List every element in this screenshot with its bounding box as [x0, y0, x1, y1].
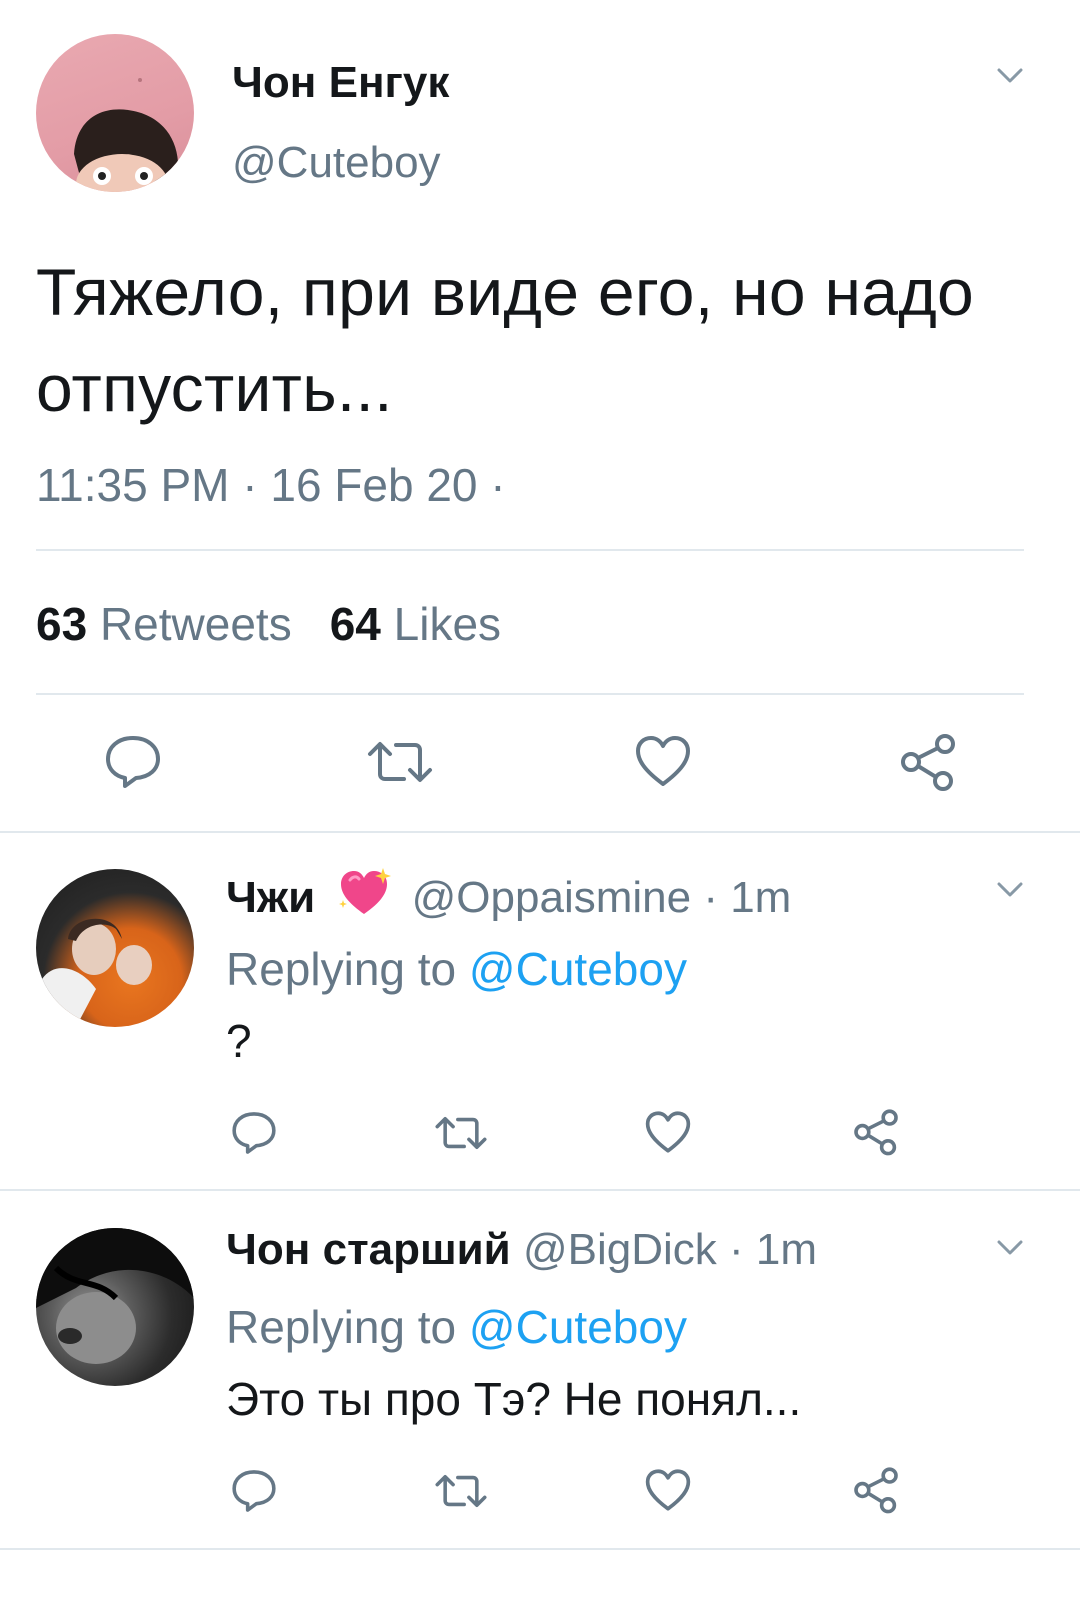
- reply-header: Чон старший @BigDick · 1m: [226, 1225, 817, 1275]
- share-icon[interactable]: [852, 1466, 900, 1514]
- heart-icon[interactable]: [634, 734, 692, 788]
- reply-author-name[interactable]: Чон старший: [226, 1225, 511, 1274]
- reply-icon[interactable]: [231, 1110, 277, 1156]
- retweet-icon[interactable]: [366, 738, 434, 786]
- tweet-text: Тяжело, при виде его, но надо отпустить.…: [36, 255, 975, 425]
- likes-stat[interactable]: 64 Likes: [330, 598, 501, 650]
- retweet-icon[interactable]: [434, 1472, 488, 1510]
- reply-header: Чжи @Oppaismine · 1m: [226, 866, 791, 929]
- reply-text: Это ты про Тэ? Не понял...: [226, 1373, 802, 1425]
- divider: [0, 1189, 1080, 1191]
- reply-icon[interactable]: [231, 1468, 277, 1514]
- chevron-down-icon[interactable]: [996, 880, 1024, 900]
- divider: [36, 549, 1024, 551]
- reply-icon[interactable]: [104, 734, 162, 790]
- author-handle[interactable]: @Cuteboy: [232, 138, 441, 188]
- reply-author-avatar[interactable]: [36, 1228, 194, 1386]
- share-icon[interactable]: [852, 1108, 900, 1156]
- replying-to-label: Replying to: [226, 943, 457, 995]
- author-name[interactable]: Чон Енгук: [232, 58, 449, 108]
- retweets-label: Retweets: [99, 598, 292, 650]
- retweets-count: 63: [36, 598, 88, 650]
- retweet-icon[interactable]: [434, 1114, 488, 1152]
- replying-to: Replying to @Cuteboy: [226, 942, 687, 996]
- divider: [36, 693, 1024, 695]
- chevron-down-icon[interactable]: [996, 66, 1024, 86]
- likes-label: Likes: [393, 598, 502, 650]
- heart-icon[interactable]: [644, 1468, 692, 1512]
- reply-author-name[interactable]: Чжи: [226, 873, 315, 922]
- tweet-stats: 63 Retweets 64 Likes: [36, 597, 501, 651]
- heart-icon[interactable]: [644, 1110, 692, 1154]
- author-avatar[interactable]: [36, 34, 194, 192]
- reply-author-handle[interactable]: @Oppaismine: [412, 873, 691, 922]
- reply-time: · 1m: [703, 873, 792, 922]
- likes-count: 64: [329, 598, 381, 650]
- reply-author-avatar[interactable]: [36, 869, 194, 1027]
- replying-to-mention[interactable]: @Cuteboy: [469, 1301, 687, 1353]
- divider: [0, 831, 1080, 833]
- replying-to-mention[interactable]: @Cuteboy: [469, 943, 687, 995]
- replying-to-label: Replying to: [226, 1301, 457, 1353]
- tweet-timestamp: 11:35 PM · 16 Feb 20 ·: [36, 459, 506, 511]
- reply-time: · 1m: [729, 1225, 818, 1274]
- reply-text: ?: [226, 1015, 252, 1067]
- retweets-stat[interactable]: 63 Retweets: [36, 598, 292, 650]
- share-icon[interactable]: [898, 732, 958, 792]
- replying-to: Replying to @Cuteboy: [226, 1300, 687, 1354]
- sparkling-heart-emoji: [335, 866, 393, 929]
- reply-author-handle[interactable]: @BigDick: [523, 1225, 717, 1274]
- divider: [0, 1548, 1080, 1550]
- chevron-down-icon[interactable]: [996, 1238, 1024, 1258]
